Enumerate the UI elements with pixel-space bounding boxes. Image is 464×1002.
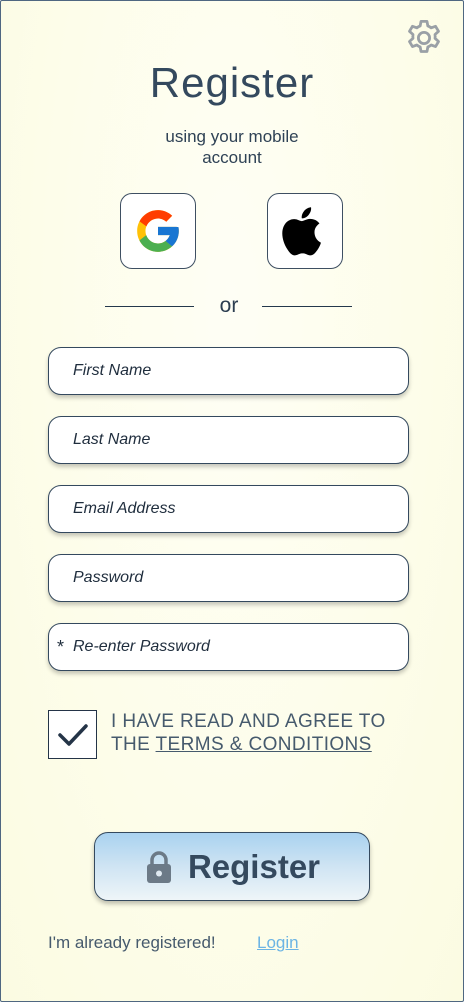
check-icon <box>57 723 88 746</box>
first-name-input[interactable] <box>49 348 408 394</box>
terms-conditions-link[interactable]: TERMS & CONDITIONS <box>156 734 372 755</box>
reenter-password-input[interactable] <box>49 624 408 670</box>
divider-line-left <box>105 306 194 307</box>
gear-icon[interactable] <box>403 17 445 59</box>
apple-signin-button[interactable] <box>267 193 343 269</box>
google-icon <box>137 210 179 252</box>
first-name-field-container <box>48 347 409 395</box>
register-screen: Register using your mobile account or * <box>0 0 464 1002</box>
subtitle-line-2: account <box>202 148 262 167</box>
terms-checkbox[interactable] <box>48 710 97 759</box>
page-subtitle: using your mobile account <box>1 126 463 168</box>
subtitle-line-1: using your mobile <box>165 127 299 146</box>
apple-icon <box>282 207 321 256</box>
google-signin-button[interactable] <box>120 193 196 269</box>
divider-or-text: or <box>219 294 239 317</box>
email-input[interactable] <box>49 486 408 532</box>
agreement-line-2: THE TERMS & CONDITIONS <box>111 733 431 756</box>
already-registered-text: I'm already registered! <box>48 933 216 952</box>
page-title: Register <box>149 59 315 106</box>
last-name-field-container <box>48 416 409 464</box>
email-field-container <box>48 485 409 533</box>
password-input[interactable] <box>49 555 408 601</box>
last-name-input[interactable] <box>49 417 408 463</box>
agreement-line-1: I HAVE READ AND AGREE TO <box>111 711 386 732</box>
reenter-password-field-container: * <box>48 623 409 671</box>
terms-agreement-text: I HAVE READ AND AGREE TO THE TERMS & CON… <box>111 710 431 756</box>
divider-line-right <box>262 306 352 307</box>
password-field-container <box>48 554 409 602</box>
register-button-label: Register <box>187 847 321 885</box>
lock-icon <box>146 850 171 883</box>
login-link[interactable]: Login <box>257 933 299 953</box>
register-button[interactable]: Register <box>94 832 370 901</box>
agreement-line-2-prefix: THE <box>111 734 156 755</box>
